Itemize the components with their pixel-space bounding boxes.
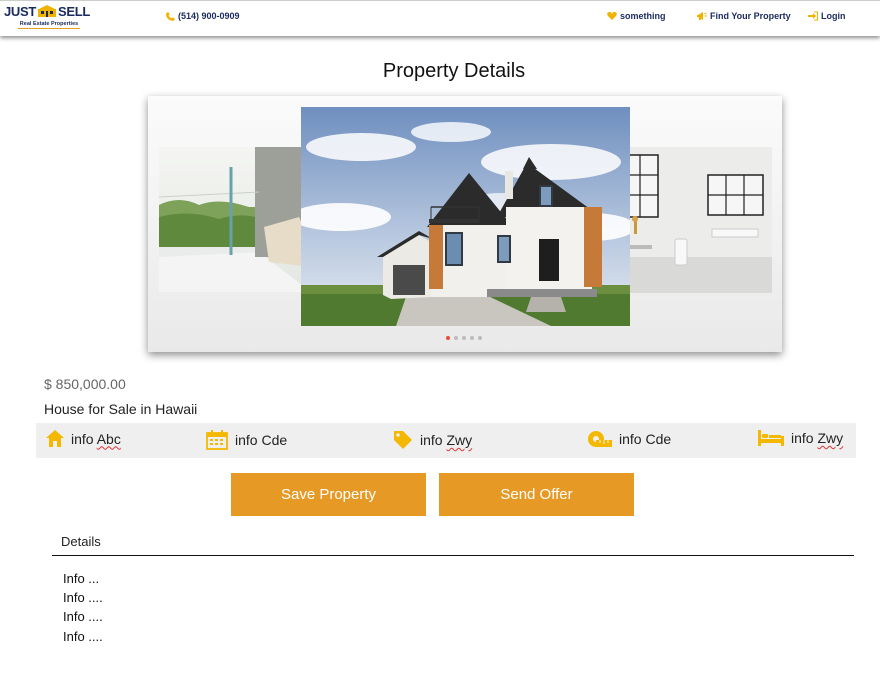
detail-line: Info ... <box>63 571 100 586</box>
bed-icon <box>758 430 784 446</box>
carousel-dot[interactable] <box>462 336 466 340</box>
nav-something-label: something <box>620 11 666 21</box>
slide-house[interactable] <box>301 107 630 326</box>
info-value: Cde <box>261 432 288 448</box>
info-label: info Cde <box>235 432 287 448</box>
phone-number[interactable]: (514) 900-0909 <box>166 11 240 21</box>
details-heading: Details <box>61 534 101 549</box>
site-logo[interactable]: JUST SELL Real Estate Properties <box>4 3 94 33</box>
info-item-tag: info Zwy <box>393 430 472 450</box>
nav-find-property[interactable]: Find Your Property <box>697 11 791 21</box>
login-icon <box>808 11 818 21</box>
calendar-icon <box>206 430 228 450</box>
heart-icon <box>607 11 617 20</box>
logo-subtitle: Real Estate Properties <box>18 21 80 29</box>
nav-login-label: Login <box>821 11 846 21</box>
logo-house-icon <box>37 5 58 17</box>
info-item-bed: info Zwy <box>758 430 843 446</box>
info-value: Zwy <box>817 430 844 446</box>
property-info-bar: info Abc info Cde info Zwy info Cde info… <box>36 423 856 458</box>
info-item-calendar: info Cde <box>206 430 287 450</box>
logo-text-left: JUST <box>4 4 37 19</box>
info-prefix: info <box>619 431 646 447</box>
detail-line: Info .... <box>63 609 103 624</box>
nav-login[interactable]: Login <box>808 11 846 21</box>
tape-measure-icon <box>588 431 612 447</box>
nav-something[interactable]: something <box>607 11 666 21</box>
carousel-dot[interactable] <box>454 336 458 340</box>
info-value: Cde <box>645 431 672 447</box>
phone-icon <box>166 11 175 21</box>
bathroom-photo <box>620 147 772 293</box>
house-photo <box>301 107 630 326</box>
site-header: JUST SELL Real Estate Properties (514) 90… <box>0 0 880 36</box>
send-offer-button[interactable]: Send Offer <box>439 473 634 516</box>
carousel-dots <box>148 336 782 340</box>
info-value: Zwy <box>446 432 473 448</box>
info-prefix: info <box>71 430 97 447</box>
property-price: $ 850,000.00 <box>44 376 126 392</box>
detail-line: Info .... <box>63 590 103 605</box>
info-label: info Zwy <box>791 430 843 446</box>
phone-text: (514) 900-0909 <box>178 11 240 21</box>
info-value: Abc <box>96 430 121 447</box>
slide-balcony[interactable] <box>159 147 311 292</box>
save-property-button[interactable]: Save Property <box>231 473 426 516</box>
info-item-home: info Abc <box>46 430 121 447</box>
megaphone-icon <box>697 12 707 20</box>
info-label: info Zwy <box>420 432 472 448</box>
slide-bathroom[interactable] <box>620 147 772 293</box>
property-carousel[interactable] <box>148 96 782 352</box>
info-label: info Cde <box>619 431 671 447</box>
nav-find-property-label: Find Your Property <box>710 11 791 21</box>
detail-line: Info .... <box>63 629 103 644</box>
price-tag-icon <box>394 431 412 449</box>
property-title: House for Sale in Hawaii <box>44 401 198 417</box>
carousel-dot[interactable] <box>478 336 482 340</box>
info-label: info Abc <box>71 431 121 447</box>
info-item-area: info Cde <box>586 430 671 448</box>
info-prefix: info <box>791 430 818 446</box>
info-prefix: info <box>235 432 262 448</box>
carousel-dot[interactable] <box>470 336 474 340</box>
info-prefix: info <box>420 432 447 448</box>
logo-text-right: SELL <box>58 4 91 19</box>
carousel-dot[interactable] <box>446 336 450 340</box>
page-title: Property Details <box>382 60 526 82</box>
logo-wordmark: JUST SELL <box>4 4 90 19</box>
balcony-photo <box>159 147 311 292</box>
details-divider <box>52 555 854 556</box>
home-icon <box>46 430 64 447</box>
